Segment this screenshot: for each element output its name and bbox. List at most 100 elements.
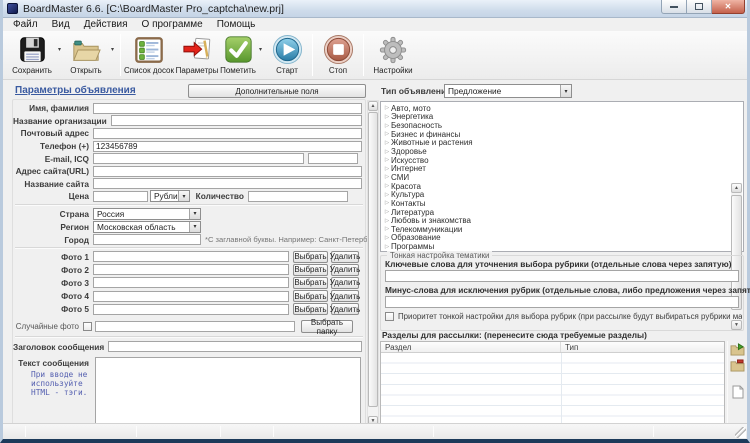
- tree-expand-icon[interactable]: ▷: [383, 149, 391, 155]
- currency-select[interactable]: Рубли▾: [150, 190, 190, 202]
- photo-choose-button[interactable]: Выбрать: [293, 264, 328, 276]
- choose-folder-button[interactable]: Выбрать папку: [301, 320, 353, 333]
- email-input[interactable]: [93, 153, 304, 164]
- tree-expand-icon[interactable]: ▷: [383, 183, 391, 189]
- site-name-input[interactable]: [93, 178, 362, 189]
- category-tree-item[interactable]: ▷ Интернет: [383, 164, 743, 173]
- tree-expand-icon[interactable]: ▷: [383, 174, 391, 180]
- category-tree-item[interactable]: ▷ Телекоммуникации: [383, 225, 743, 234]
- tree-expand-icon[interactable]: ▷: [383, 192, 391, 198]
- region-select[interactable]: Московская область▾: [93, 221, 201, 233]
- close-button[interactable]: ✕: [712, 0, 745, 14]
- icq-input[interactable]: [308, 153, 358, 164]
- menu-item[interactable]: Файл: [6, 19, 45, 31]
- photo-choose-button[interactable]: Выбрать: [293, 290, 328, 302]
- category-tree-item[interactable]: ▷ Искусство: [383, 156, 743, 165]
- extra-fields-button[interactable]: Дополнительные поля: [188, 84, 366, 98]
- name-input[interactable]: [93, 103, 362, 114]
- priority-checkbox[interactable]: [385, 312, 394, 321]
- category-tree-item[interactable]: ▷ СМИ: [383, 173, 743, 182]
- scroll-up-icon[interactable]: ▲: [731, 183, 742, 193]
- parameters-button[interactable]: Параметры: [174, 31, 220, 79]
- category-tree-item[interactable]: ▷ Авто, мото: [383, 104, 743, 113]
- category-tree-item[interactable]: ▷ Образование: [383, 234, 743, 243]
- start-button[interactable]: Старт: [265, 31, 309, 79]
- category-tree-item[interactable]: ▷ Любовь и знакомства: [383, 216, 743, 225]
- photo-delete-button[interactable]: Удалить: [331, 277, 359, 289]
- city-input[interactable]: [93, 234, 201, 245]
- left-panel-scrollbar[interactable]: ▲ ▼: [367, 100, 379, 427]
- menu-item[interactable]: Действия: [77, 19, 135, 31]
- board-list-button[interactable]: Список досок: [124, 31, 174, 79]
- random-photo-folder-input[interactable]: [95, 321, 295, 332]
- maximize-button[interactable]: [687, 0, 712, 14]
- tree-expand-icon[interactable]: ▷: [383, 200, 391, 206]
- photo-path-input[interactable]: [93, 304, 289, 315]
- message-textarea[interactable]: [95, 357, 361, 424]
- photo-choose-button[interactable]: Выбрать: [293, 277, 328, 289]
- photo-path-input[interactable]: [93, 251, 289, 262]
- organization-input[interactable]: [111, 115, 362, 126]
- photo-choose-button[interactable]: Выбрать: [293, 303, 328, 315]
- open-button[interactable]: Открыть: [64, 31, 108, 79]
- photo-choose-button[interactable]: Выбрать: [293, 251, 328, 263]
- tree-expand-icon[interactable]: ▷: [383, 140, 391, 146]
- quantity-input[interactable]: [248, 191, 348, 202]
- menu-item[interactable]: Вид: [45, 19, 77, 31]
- resize-grip[interactable]: [735, 427, 746, 438]
- tree-expand-icon[interactable]: ▷: [383, 114, 391, 120]
- save-button[interactable]: Сохранить: [9, 31, 55, 79]
- postal-address-input[interactable]: [93, 128, 362, 139]
- import-sections-button[interactable]: [729, 342, 746, 357]
- photo-delete-button[interactable]: Удалить: [331, 251, 359, 263]
- settings-button[interactable]: Настройки: [367, 31, 419, 79]
- random-photo-checkbox[interactable]: [83, 322, 92, 331]
- country-select[interactable]: Россия▾: [93, 208, 201, 220]
- sections-table[interactable]: Раздел Тип: [380, 341, 725, 427]
- category-tree-item[interactable]: ▷ Программы: [383, 242, 743, 251]
- menu-item[interactable]: О программе: [135, 19, 210, 31]
- clear-sections-button[interactable]: [729, 384, 746, 399]
- tree-expand-icon[interactable]: ▷: [383, 226, 391, 232]
- phone-input[interactable]: [93, 141, 362, 152]
- category-tree-item[interactable]: ▷ Безопасность: [383, 121, 743, 130]
- category-tree-item[interactable]: ▷ Здоровье: [383, 147, 743, 156]
- stop-button[interactable]: Стоп: [316, 31, 360, 79]
- minus-words-input[interactable]: [385, 296, 739, 308]
- export-sections-button[interactable]: [729, 358, 746, 373]
- sections-table-body[interactable]: [381, 353, 724, 426]
- category-tree-item[interactable]: ▷ Энергетика: [383, 113, 743, 122]
- column-header-type[interactable]: Тип: [561, 342, 578, 352]
- menu-item[interactable]: Помощь: [210, 19, 263, 31]
- category-tree-item[interactable]: ▷ Бизнес и финансы: [383, 130, 743, 139]
- tree-expand-icon[interactable]: ▷: [383, 244, 391, 250]
- photo-delete-button[interactable]: Удалить: [331, 290, 359, 302]
- category-tree-item[interactable]: ▷ Животные и растения: [383, 139, 743, 148]
- category-tree-item[interactable]: ▷ Контакты: [383, 199, 743, 208]
- photo-path-input[interactable]: [93, 264, 289, 275]
- scrollbar-thumb[interactable]: [368, 112, 378, 407]
- subject-input[interactable]: [108, 341, 362, 352]
- tree-expand-icon[interactable]: ▷: [383, 218, 391, 224]
- scroll-up-icon[interactable]: ▲: [368, 101, 378, 111]
- photo-delete-button[interactable]: Удалить: [331, 303, 359, 315]
- photo-path-input[interactable]: [93, 277, 289, 288]
- tree-expand-icon[interactable]: ▷: [383, 105, 391, 111]
- photo-path-input[interactable]: [93, 291, 289, 302]
- price-input[interactable]: [93, 191, 148, 202]
- minimize-button[interactable]: [661, 0, 687, 14]
- category-tree-item[interactable]: ▷ Красота: [383, 182, 743, 191]
- tree-expand-icon[interactable]: ▷: [383, 131, 391, 137]
- photo-delete-button[interactable]: Удалить: [331, 264, 359, 276]
- site-url-input[interactable]: [93, 166, 362, 177]
- column-header-section[interactable]: Раздел: [381, 342, 561, 352]
- mark-dropdown-arrow[interactable]: ▾: [256, 31, 265, 79]
- tree-expand-icon[interactable]: ▷: [383, 123, 391, 129]
- ad-type-select[interactable]: Предложение ▾: [444, 84, 572, 98]
- tree-expand-icon[interactable]: ▷: [383, 157, 391, 163]
- tree-expand-icon[interactable]: ▷: [383, 166, 391, 172]
- category-tree-item[interactable]: ▷ Культура: [383, 190, 743, 199]
- mark-button[interactable]: Пометить: [220, 31, 256, 79]
- tree-expand-icon[interactable]: ▷: [383, 209, 391, 215]
- tree-expand-icon[interactable]: ▷: [383, 235, 391, 241]
